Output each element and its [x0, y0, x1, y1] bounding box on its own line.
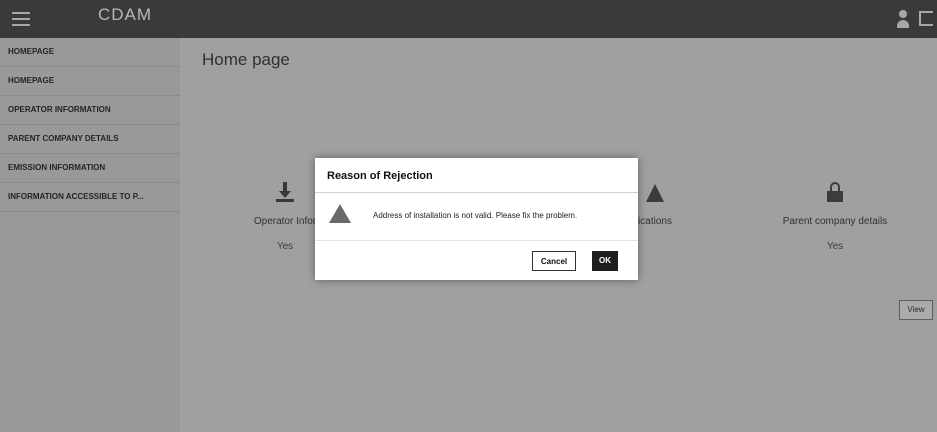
cancel-button[interactable]: Cancel: [532, 251, 576, 271]
dialog-divider: [315, 192, 638, 193]
rejection-dialog: Reason of Rejection Address of installat…: [315, 158, 638, 280]
dialog-title: Reason of Rejection: [327, 170, 433, 182]
dialog-message: Address of installation is not valid. Pl…: [373, 211, 578, 220]
dialog-footer-divider: [315, 240, 638, 241]
ok-button[interactable]: OK: [592, 251, 618, 271]
warning-icon: [329, 204, 351, 226]
